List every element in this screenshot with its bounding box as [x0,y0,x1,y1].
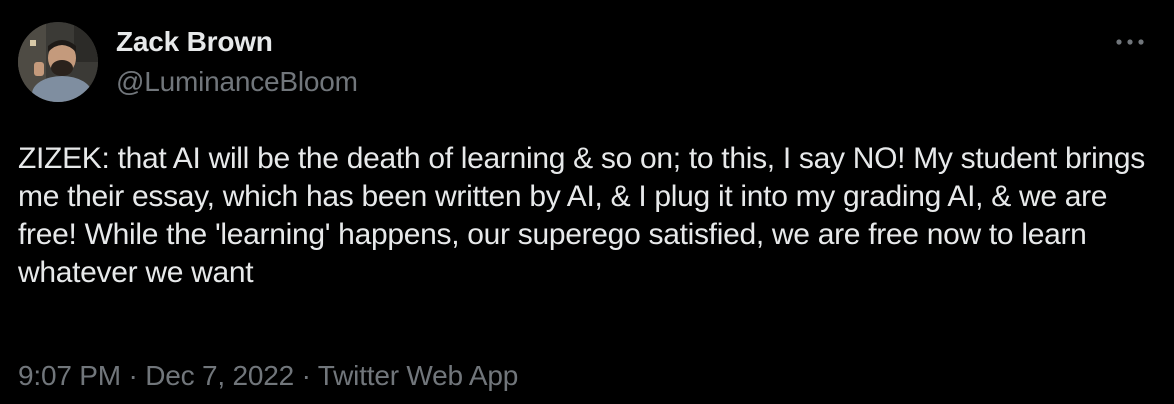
avatar[interactable] [18,22,98,102]
more-options-button[interactable] [1108,30,1152,54]
tweet-date[interactable]: Dec 7, 2022 [145,360,294,391]
tweet-source[interactable]: Twitter Web App [318,360,519,391]
tweet-text: ZIZEK: that AI will be the death of lear… [18,142,1153,289]
user-handle[interactable]: @LuminanceBloom [116,64,358,100]
author-block: Zack Brown @LuminanceBloom [116,24,358,100]
display-name[interactable]: Zack Brown [116,24,358,60]
profile-photo-icon [18,22,98,102]
meta-separator: · [128,360,146,391]
tweet-time[interactable]: 9:07 PM [18,360,121,391]
more-horizontal-icon [1116,39,1144,45]
meta-separator: · [301,360,318,391]
tweet-metadata: 9:07 PM · Dec 7, 2022 · Twitter Web App [18,358,518,394]
tweet-card: Zack Brown @LuminanceBloom ZIZEK: that A… [0,0,1174,404]
